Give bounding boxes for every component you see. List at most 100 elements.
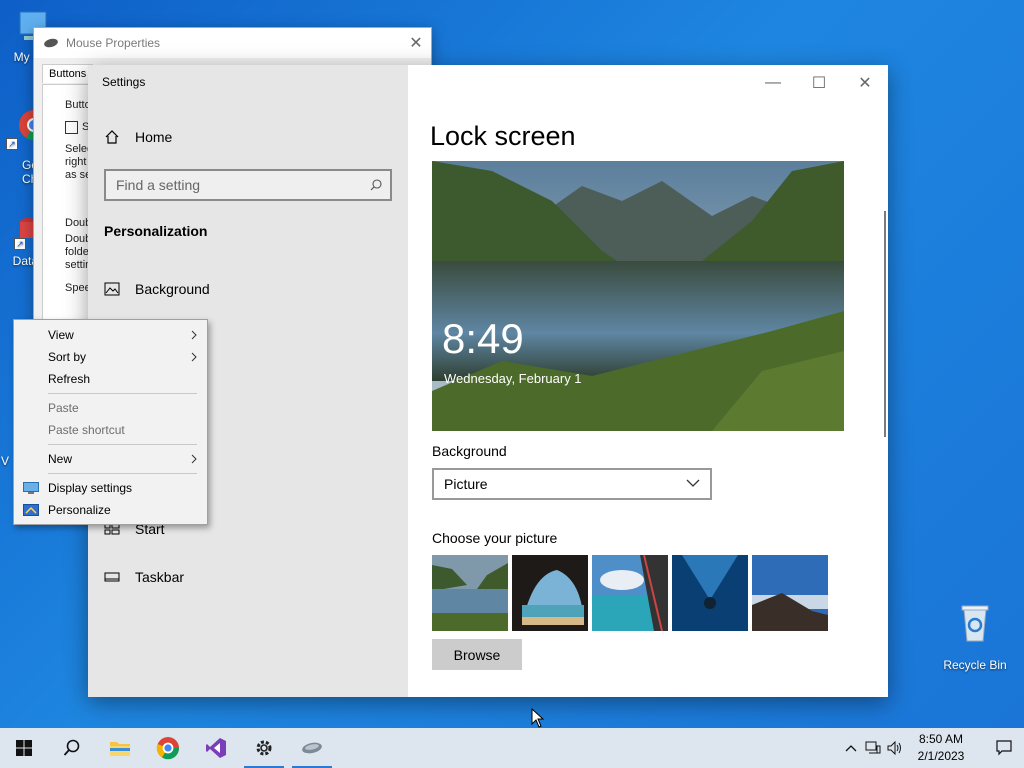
menu-item-label: Personalize bbox=[48, 503, 111, 517]
chrome-icon bbox=[156, 737, 180, 760]
search-icon bbox=[63, 739, 80, 756]
choose-picture-label: Choose your picture bbox=[432, 530, 558, 546]
menu-separator bbox=[48, 473, 197, 474]
volume-button[interactable] bbox=[884, 728, 906, 768]
network-icon bbox=[865, 741, 881, 754]
mouse-cursor-icon bbox=[531, 708, 545, 728]
lock-date: Wednesday, February 1 bbox=[444, 371, 582, 386]
tab-buttons[interactable]: Buttons bbox=[42, 64, 94, 83]
taskbar: 8:50 AM 2/1/2023 bbox=[0, 728, 1024, 768]
visual-studio-icon bbox=[206, 738, 226, 758]
menu-item-new[interactable]: New bbox=[14, 448, 207, 470]
menu-item-paste-shortcut[interactable]: Paste shortcut bbox=[14, 419, 207, 441]
group-label: Butto bbox=[65, 99, 91, 111]
mouse-properties-button[interactable] bbox=[288, 728, 336, 768]
menu-separator bbox=[48, 393, 197, 394]
menu-item-refresh[interactable]: Refresh bbox=[14, 368, 207, 390]
mouse-icon bbox=[43, 37, 59, 49]
system-tray: 8:50 AM 2/1/2023 bbox=[840, 728, 1024, 768]
clock-date: 2/1/2023 bbox=[917, 749, 965, 763]
menu-separator bbox=[48, 444, 197, 445]
search-button[interactable] bbox=[48, 728, 96, 768]
chevron-right-icon bbox=[191, 352, 197, 362]
start-button[interactable] bbox=[0, 728, 48, 768]
shortcut-arrow-icon: ↗ bbox=[14, 238, 26, 250]
sidebar-item-taskbar[interactable]: Taskbar bbox=[104, 569, 184, 585]
search-icon[interactable] bbox=[370, 179, 382, 191]
checkbox-icon[interactable] bbox=[65, 121, 78, 134]
dropdown-value: Picture bbox=[444, 476, 488, 492]
visual-studio-button[interactable] bbox=[192, 728, 240, 768]
settings-gear-icon bbox=[256, 740, 272, 756]
mouse-properties-titlebar[interactable]: Mouse Properties ✕ bbox=[34, 28, 431, 58]
settings-button[interactable] bbox=[240, 728, 288, 768]
lock-screen-preview: 8:49 Wednesday, February 1 bbox=[432, 161, 844, 431]
shortcut-arrow-icon: ↗ bbox=[6, 138, 18, 150]
show-hidden-icons-button[interactable] bbox=[840, 728, 862, 768]
thumbnail-lake[interactable] bbox=[432, 555, 508, 631]
menu-item-label: Display settings bbox=[48, 481, 133, 495]
mouse-icon bbox=[302, 742, 322, 754]
picture-icon bbox=[104, 282, 120, 296]
chevron-down-icon bbox=[686, 479, 700, 487]
minimize-icon[interactable]: — bbox=[750, 69, 796, 97]
background-label: Background bbox=[432, 443, 507, 459]
thumbnail-underwater[interactable] bbox=[672, 555, 748, 631]
background-dropdown[interactable]: Picture bbox=[432, 468, 712, 500]
picture-thumbnails bbox=[432, 555, 828, 631]
sidebar-item-label: Home bbox=[135, 129, 173, 145]
sidebar-item-label: Background bbox=[135, 281, 210, 297]
taskbar-icon bbox=[104, 572, 120, 582]
close-icon[interactable]: ✕ bbox=[401, 33, 431, 53]
menu-item-paste[interactable]: Paste bbox=[14, 397, 207, 419]
browse-button[interactable]: Browse bbox=[432, 639, 522, 670]
start-icon bbox=[16, 740, 32, 756]
thumbnail-mountain[interactable] bbox=[752, 555, 828, 631]
switch-buttons-checkbox[interactable]: S bbox=[65, 121, 89, 134]
menu-item-label: Paste shortcut bbox=[48, 423, 125, 437]
menu-item-label: Refresh bbox=[48, 372, 91, 386]
menu-item-label: Sort by bbox=[48, 350, 87, 364]
file-explorer-icon bbox=[110, 742, 130, 756]
clock-time: 8:50 AM bbox=[918, 732, 964, 746]
file-explorer-button[interactable] bbox=[96, 728, 144, 768]
menu-item-display-settings[interactable]: Display settings bbox=[14, 477, 207, 499]
desktop-icon-recycle-bin[interactable]: Recycle Bin bbox=[938, 602, 1012, 672]
app-title: Settings bbox=[102, 75, 146, 89]
desktop-icon-label: Recycle Bin bbox=[943, 658, 1007, 672]
menu-item-view[interactable]: View bbox=[14, 324, 207, 346]
display-icon bbox=[23, 482, 39, 494]
maximize-icon[interactable]: ☐ bbox=[796, 69, 842, 97]
lock-time: 8:49 bbox=[442, 315, 524, 362]
personalize-icon bbox=[23, 504, 39, 516]
section-title: Personalization bbox=[104, 223, 208, 239]
menu-item-label: View bbox=[48, 328, 74, 342]
menu-item-personalize[interactable]: Personalize bbox=[14, 499, 207, 521]
sidebar-item-label: Taskbar bbox=[135, 569, 185, 585]
settings-window[interactable]: Settings Home Find a setting Personaliza… bbox=[88, 65, 888, 697]
search-placeholder: Find a setting bbox=[116, 177, 201, 193]
speed-label: Spee bbox=[65, 282, 91, 294]
page-title: Lock screen bbox=[430, 121, 576, 151]
search-input[interactable]: Find a setting bbox=[104, 169, 392, 201]
network-button[interactable] bbox=[862, 728, 884, 768]
home-icon bbox=[105, 130, 119, 144]
close-icon[interactable]: ✕ bbox=[842, 69, 888, 97]
notification-icon bbox=[996, 740, 1012, 756]
taskbar-clock[interactable]: 8:50 AM 2/1/2023 bbox=[906, 731, 976, 765]
recycle-bin-icon bbox=[961, 605, 989, 642]
chevron-right-icon bbox=[191, 330, 197, 340]
sidebar-item-background[interactable]: Background bbox=[104, 281, 210, 297]
desktop-context-menu: View Sort by Refresh Paste Paste shortcu… bbox=[13, 319, 208, 525]
window-title: Mouse Properties bbox=[66, 36, 161, 50]
chevron-up-icon bbox=[845, 745, 857, 752]
lock-screen-image bbox=[432, 161, 844, 431]
menu-item-sort-by[interactable]: Sort by bbox=[14, 346, 207, 368]
scrollbar[interactable] bbox=[884, 211, 886, 437]
thumbnail-cave[interactable] bbox=[512, 555, 588, 631]
chrome-button[interactable] bbox=[144, 728, 192, 768]
speaker-icon bbox=[887, 741, 901, 755]
thumbnail-ocean[interactable] bbox=[592, 555, 668, 631]
sidebar-item-home[interactable]: Home bbox=[104, 129, 172, 145]
action-center-button[interactable] bbox=[984, 728, 1024, 768]
